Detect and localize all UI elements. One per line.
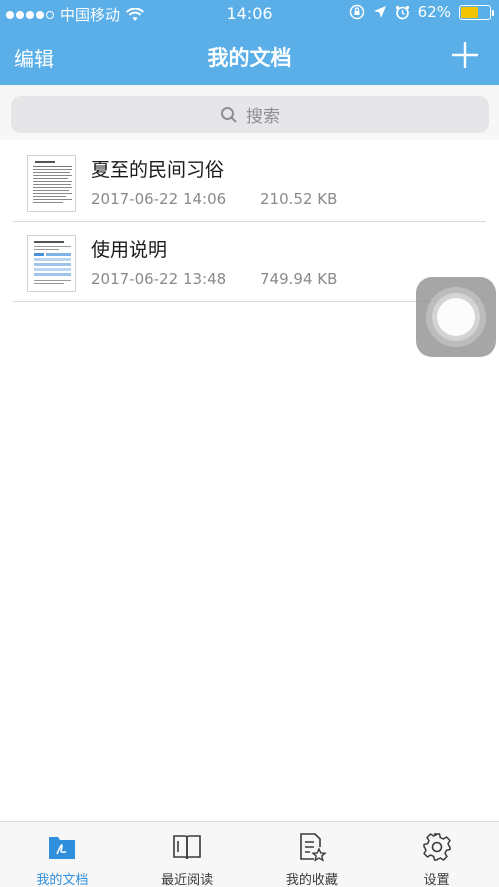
search-icon <box>221 106 237 123</box>
plus-icon[interactable] <box>451 41 479 69</box>
tab-label: 我的文档 <box>36 873 89 887</box>
favorite-doc-icon <box>300 833 327 862</box>
document-date: 2017-06-22 13:48 <box>91 270 227 288</box>
document-thumbnail <box>27 235 76 292</box>
location-icon <box>373 6 386 18</box>
tab-favorites[interactable]: 我的收藏 <box>250 822 375 887</box>
document-row[interactable]: 夏至的民间习俗 2017-06-22 14:06 210.52 KB <box>0 142 499 222</box>
document-size: 749.94 KB <box>260 270 338 288</box>
gear-icon <box>422 833 451 861</box>
document-date: 2017-06-22 14:06 <box>91 190 227 208</box>
tab-settings[interactable]: 设置 <box>374 822 499 887</box>
status-bar: 中国移动 14:06 62% <box>0 0 499 28</box>
tab-label: 最近阅读 <box>161 873 214 887</box>
tab-my-documents[interactable]: 我的文档 <box>0 822 125 887</box>
tab-bar: 我的文档 最近阅读 我的收藏 设置 <box>0 821 499 887</box>
book-icon <box>173 835 201 860</box>
search-input[interactable]: 搜索 <box>11 96 489 133</box>
alarm-icon <box>395 5 409 19</box>
header: 中国移动 14:06 62% 编辑 我的文档 <box>0 0 499 85</box>
page-title: 我的文档 <box>207 46 292 70</box>
document-size: 210.52 KB <box>260 190 338 208</box>
rotation-lock-icon <box>349 4 364 20</box>
nav-bar: 编辑 我的文档 <box>0 28 499 85</box>
tab-recent-reading[interactable]: 最近阅读 <box>125 822 250 887</box>
assistive-touch-button[interactable] <box>416 277 496 357</box>
search-bar-container: 搜索 <box>0 85 499 140</box>
battery-icon <box>459 4 494 20</box>
document-thumbnail <box>27 155 76 212</box>
tab-label: 我的收藏 <box>285 873 338 887</box>
pdf-folder-icon <box>49 837 76 859</box>
tab-label: 设置 <box>423 873 450 887</box>
document-title: 使用说明 <box>91 239 168 261</box>
document-title: 夏至的民间习俗 <box>91 159 225 181</box>
search-placeholder: 搜索 <box>246 107 280 127</box>
battery-percent: 62% <box>417 3 451 21</box>
